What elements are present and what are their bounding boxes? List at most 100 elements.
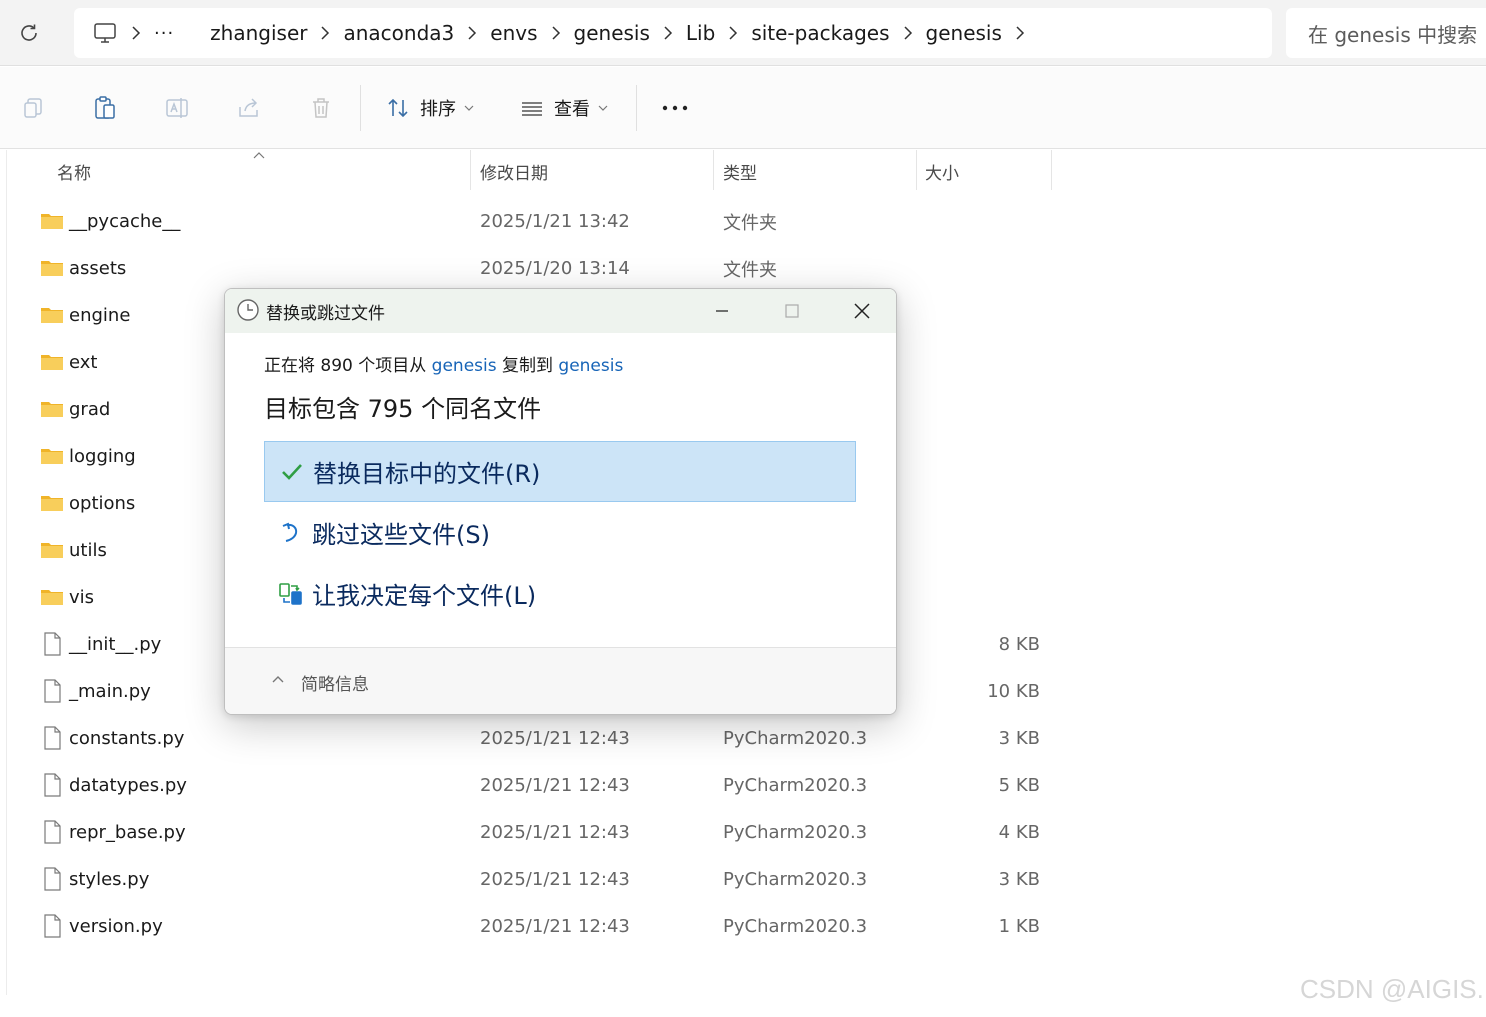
maximize-icon xyxy=(785,304,799,318)
column-headers: 名称 修改日期 类型 大小 xyxy=(0,150,1060,192)
file-type: PyCharm2020.3 xyxy=(723,869,868,890)
file-name: styles.py xyxy=(69,869,150,890)
chevron-right-icon[interactable] xyxy=(307,25,343,41)
close-button[interactable] xyxy=(827,289,896,333)
breadcrumb-item[interactable]: anaconda3 xyxy=(343,21,454,45)
delete-button[interactable] xyxy=(304,91,338,125)
fewer-details-label: 简略信息 xyxy=(301,675,369,695)
watermark: CSDN @AIGIS. xyxy=(1300,974,1484,1004)
file-row[interactable]: version.py 2025/1/21 12:43 PyCharm2020.3 1 … xyxy=(0,903,1060,950)
share-button[interactable] xyxy=(232,91,266,125)
breadcrumb[interactable]: ··· zhangiser anaconda3 envs genesis Lib site… xyxy=(74,8,1272,58)
breadcrumb-item[interactable]: envs xyxy=(490,21,537,45)
sort-label: 排序 xyxy=(420,99,456,120)
file-row[interactable]: assets 2025/1/20 13:14 文件夹 xyxy=(0,245,1060,292)
breadcrumb-item[interactable]: Lib xyxy=(686,21,715,45)
folder-icon xyxy=(40,350,64,374)
source-folder-link[interactable]: genesis xyxy=(432,356,497,376)
address-bar: ··· zhangiser anaconda3 envs genesis Lib site… xyxy=(0,0,1486,66)
copy-button[interactable] xyxy=(16,91,50,125)
column-header-name[interactable]: 名称 xyxy=(57,150,91,192)
folder-icon xyxy=(40,397,64,421)
chevron-right-icon[interactable] xyxy=(715,25,751,41)
sort-ascending-icon xyxy=(253,152,265,159)
file-size: 5 KB xyxy=(998,775,1040,796)
file-date: 2025/1/21 12:43 xyxy=(480,775,630,796)
file-date: 2025/1/21 12:43 xyxy=(480,728,630,749)
chevron-right-icon[interactable] xyxy=(890,25,926,41)
folder-icon xyxy=(40,256,64,280)
paste-button[interactable] xyxy=(88,91,122,125)
breadcrumb-item[interactable]: zhangiser xyxy=(210,21,307,45)
more-path-button[interactable]: ··· xyxy=(154,23,174,44)
file-icon xyxy=(40,773,64,797)
copy-icon xyxy=(24,98,42,118)
chevron-right-icon[interactable] xyxy=(1002,25,1038,41)
folder-icon xyxy=(40,491,64,515)
column-header-date[interactable]: 修改日期 xyxy=(480,150,548,192)
file-type: 文件夹 xyxy=(723,212,777,234)
column-divider[interactable] xyxy=(470,150,471,190)
destination-folder-link[interactable]: genesis xyxy=(558,356,623,376)
search-placeholder: 在 genesis 中搜索 xyxy=(1308,22,1478,47)
minimize-icon xyxy=(716,310,728,312)
fewer-details-button[interactable]: 简略信息 xyxy=(225,647,896,714)
chevron-down-icon xyxy=(598,105,608,111)
file-name: ext xyxy=(69,352,98,373)
chevron-right-icon[interactable] xyxy=(650,25,686,41)
column-divider[interactable] xyxy=(916,150,917,190)
this-pc-button[interactable] xyxy=(92,20,118,46)
chevron-down-icon xyxy=(464,105,474,111)
skip-files-option[interactable]: 跳过这些文件(S) xyxy=(264,502,856,563)
dialog-title-bar[interactable]: 替换或跳过文件 xyxy=(225,289,896,333)
breadcrumb-item[interactable]: site-packages xyxy=(751,21,889,45)
chevron-right-icon[interactable] xyxy=(118,25,154,41)
file-icon xyxy=(40,867,64,891)
replace-files-option[interactable]: 替换目标中的文件(R) xyxy=(264,441,856,502)
chevron-up-icon xyxy=(272,676,284,683)
file-name: datatypes.py xyxy=(69,775,187,796)
file-name: version.py xyxy=(69,916,163,937)
minimize-button[interactable] xyxy=(687,289,757,333)
file-row[interactable]: repr_base.py 2025/1/21 12:43 PyCharm2020.3… xyxy=(0,809,1060,856)
more-options-button[interactable] xyxy=(658,91,692,125)
file-name: constants.py xyxy=(69,728,185,749)
file-row[interactable]: styles.py 2025/1/21 12:43 PyCharm2020.3 3 K… xyxy=(0,856,1060,903)
file-name: __init__.py xyxy=(69,634,162,655)
decide-each-file-option[interactable]: 让我决定每个文件(L) xyxy=(264,563,856,624)
view-menu-button[interactable]: 查看 xyxy=(520,93,608,123)
dialog-title: 替换或跳过文件 xyxy=(266,303,385,324)
chevron-right-icon[interactable] xyxy=(538,25,574,41)
decide-each-file-label: 让我决定每个文件(L) xyxy=(312,582,537,610)
replace-or-skip-dialog: 替换或跳过文件 正在将 890 个项目从 genesis 复制到 genesis… xyxy=(224,288,897,715)
rename-button[interactable] xyxy=(160,91,194,125)
file-size xyxy=(940,480,1040,527)
breadcrumb-item[interactable]: genesis xyxy=(926,21,1002,45)
file-size: 3 KB xyxy=(998,728,1040,749)
chevron-right-icon[interactable] xyxy=(454,25,490,41)
sort-menu-button[interactable]: 排序 xyxy=(386,93,474,123)
view-list-icon xyxy=(522,102,542,116)
file-row[interactable]: constants.py 2025/1/21 12:43 PyCharm2020.3… xyxy=(0,715,1060,762)
file-type: PyCharm2020.3 xyxy=(723,916,868,937)
file-type: PyCharm2020.3 xyxy=(723,822,868,843)
column-divider[interactable] xyxy=(1051,150,1052,190)
sort-icon xyxy=(388,98,408,118)
toolbar-divider xyxy=(360,85,361,131)
file-size: 4 KB xyxy=(998,822,1040,843)
maximize-button[interactable] xyxy=(757,289,827,333)
column-header-size[interactable]: 大小 xyxy=(925,150,959,192)
file-name: utils xyxy=(69,540,107,561)
file-name: grad xyxy=(69,399,111,420)
breadcrumb-item[interactable]: genesis xyxy=(574,21,650,45)
file-type: PyCharm2020.3 xyxy=(723,728,868,749)
file-row[interactable]: __pycache__ 2025/1/21 13:42 文件夹 xyxy=(0,198,1060,245)
file-row[interactable]: datatypes.py 2025/1/21 12:43 PyCharm2020.3… xyxy=(0,762,1060,809)
column-header-type[interactable]: 类型 xyxy=(723,150,757,192)
trash-icon xyxy=(313,98,329,118)
column-divider[interactable] xyxy=(713,150,714,190)
file-date: 2025/1/20 13:14 xyxy=(480,258,630,279)
search-input[interactable]: 在 genesis 中搜索 xyxy=(1286,8,1486,58)
refresh-button[interactable] xyxy=(14,18,44,48)
folder-icon xyxy=(40,303,64,327)
